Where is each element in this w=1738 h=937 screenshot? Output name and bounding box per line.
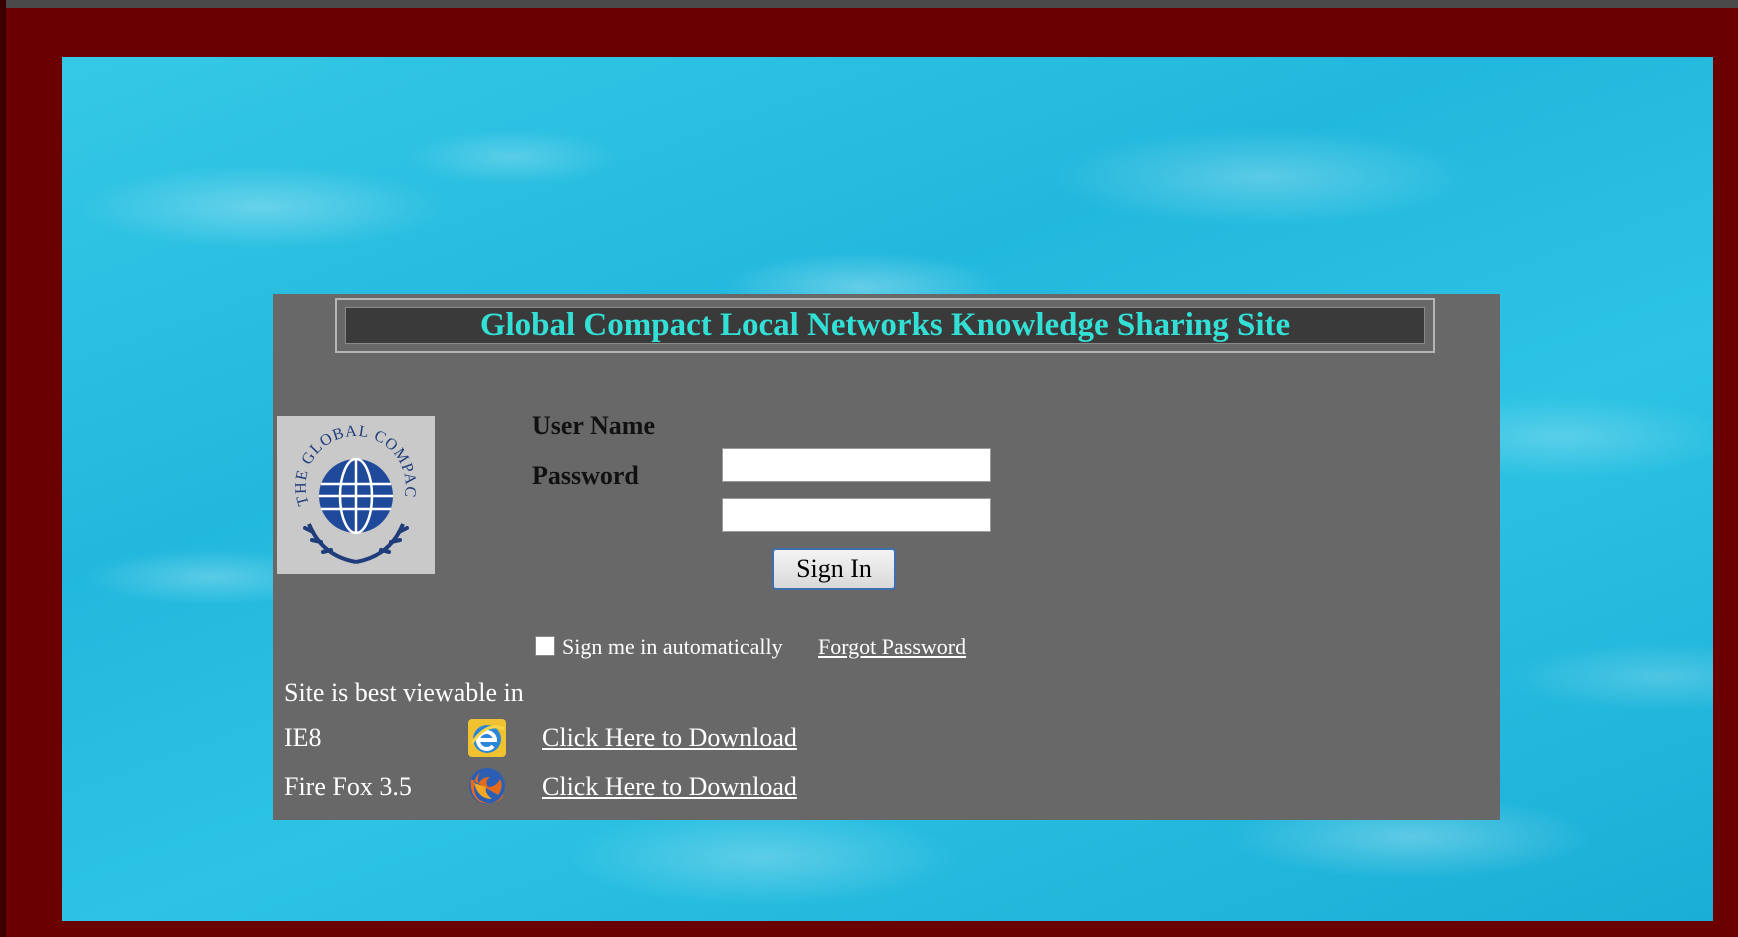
- left-edge: [0, 0, 6, 937]
- firefox-download-link[interactable]: Click Here to Download: [542, 772, 797, 802]
- ie8-download-link[interactable]: Click Here to Download: [542, 723, 797, 753]
- title-box: Global Compact Local Networks Knowledge …: [345, 307, 1425, 344]
- browser-name-firefox: Fire Fox 3.5: [284, 772, 412, 801]
- ie-icon: [466, 717, 508, 759]
- sign-in-button[interactable]: Sign In: [772, 548, 896, 590]
- browser-name-ie8: IE8: [284, 723, 322, 752]
- username-input[interactable]: [722, 448, 991, 482]
- remember-me-label: Sign me in automatically: [562, 634, 783, 659]
- password-input[interactable]: [722, 498, 991, 532]
- remember-me-checkbox[interactable]: [535, 636, 555, 656]
- login-panel: Global Compact Local Networks Knowledge …: [272, 294, 1500, 820]
- global-compact-logo: THE GLOBAL COMPACT: [272, 403, 435, 574]
- title-frame: Global Compact Local Networks Knowledge …: [335, 298, 1435, 353]
- firefox-icon: [466, 765, 508, 807]
- browser-recommendation-text: Site is best viewable in: [284, 678, 524, 707]
- forgot-password-link[interactable]: Forgot Password: [818, 634, 966, 660]
- password-label: Password: [532, 461, 639, 490]
- site-title: Global Compact Local Networks Knowledge …: [479, 307, 1291, 343]
- username-label: User Name: [532, 411, 655, 440]
- top-edge: [0, 0, 1738, 8]
